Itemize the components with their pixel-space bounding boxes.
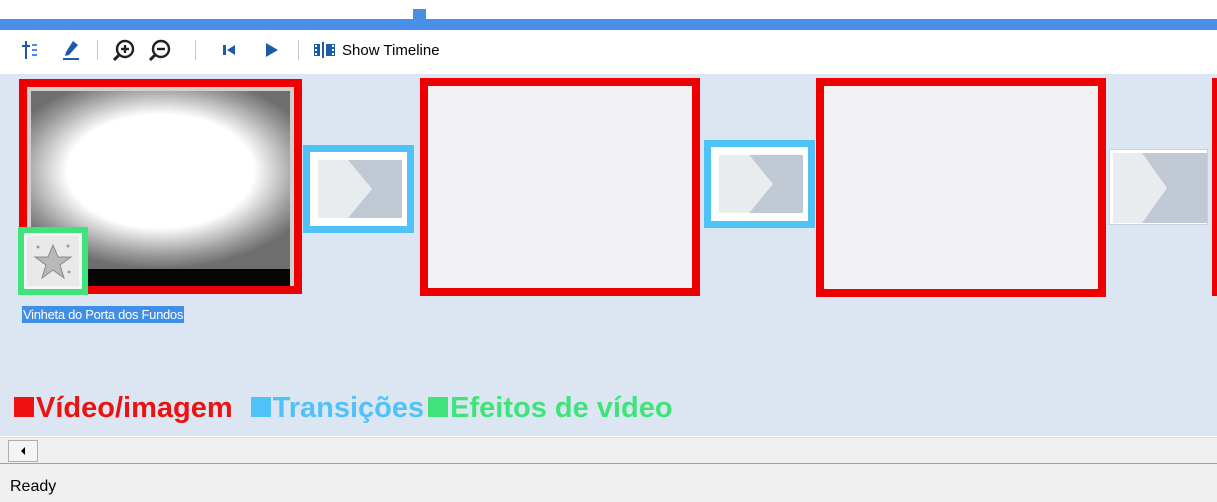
storyboard-clip-partial[interactable] bbox=[1212, 78, 1217, 296]
toolbar-separator bbox=[97, 40, 98, 60]
rewind-icon[interactable] bbox=[220, 39, 238, 61]
show-timeline-button[interactable]: Show Timeline bbox=[314, 39, 440, 61]
legend-transitions: Transições bbox=[272, 392, 425, 424]
set-audio-levels-icon[interactable] bbox=[60, 39, 82, 61]
show-timeline-icon bbox=[314, 42, 336, 58]
add-narration-icon[interactable] bbox=[20, 39, 40, 61]
video-effect-marker[interactable] bbox=[18, 227, 88, 295]
transition-arrow-icon bbox=[715, 151, 804, 217]
transition-slot[interactable] bbox=[303, 145, 414, 233]
playback-indicator[interactable] bbox=[413, 9, 426, 21]
toolbar-separator bbox=[298, 40, 299, 60]
position-bar bbox=[0, 19, 1217, 30]
toolbar-separator bbox=[195, 40, 196, 60]
scroll-left-button[interactable] bbox=[8, 440, 38, 462]
storyboard-clip-empty[interactable] bbox=[420, 78, 700, 296]
legend-video-effects: Efeitos de vídeo bbox=[450, 392, 673, 424]
status-text: Ready bbox=[10, 478, 57, 495]
legend-swatch-video bbox=[14, 396, 34, 417]
legend-swatch-effects bbox=[428, 396, 449, 417]
horizontal-scrollbar[interactable] bbox=[0, 437, 1217, 464]
status-bar: Ready bbox=[0, 464, 1217, 502]
color-legend: Vídeo/imagem Transições Efeitos de vídeo bbox=[14, 392, 673, 425]
zoom-out-icon[interactable] bbox=[148, 39, 172, 61]
timeline-position-strip bbox=[0, 0, 1217, 30]
transition-slot[interactable] bbox=[704, 140, 815, 228]
legend-swatch-transitions bbox=[250, 396, 271, 417]
transition-arrow-icon bbox=[314, 156, 403, 222]
storyboard-clip-empty[interactable] bbox=[816, 78, 1106, 297]
arrow-left-icon bbox=[21, 447, 25, 455]
transition-slot[interactable] bbox=[1109, 149, 1208, 225]
storyboard-toolbar: Show Timeline bbox=[0, 31, 1217, 69]
clip-title-label[interactable]: Vinheta do Porta dos Fundos bbox=[22, 306, 185, 323]
play-icon[interactable] bbox=[262, 39, 280, 61]
transition-arrow-icon bbox=[1113, 153, 1207, 223]
show-timeline-label: Show Timeline bbox=[342, 41, 440, 59]
star-effect-icon bbox=[27, 236, 79, 286]
storyboard-pane: Vinheta do Porta dos Fundos Vídeo/imagem bbox=[0, 74, 1217, 436]
zoom-in-icon[interactable] bbox=[112, 39, 136, 61]
legend-video-image: Vídeo/imagem bbox=[36, 392, 233, 424]
